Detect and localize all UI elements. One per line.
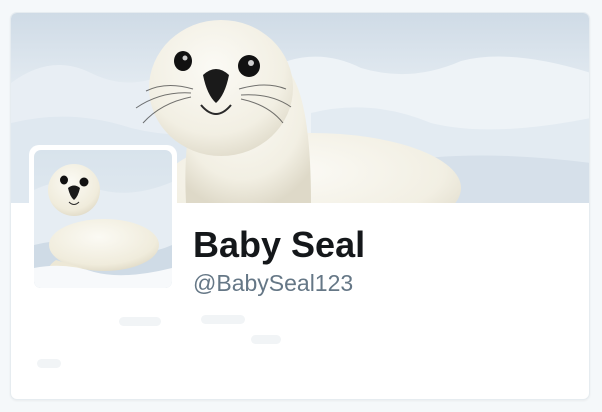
profile-display-name[interactable]: Baby Seal: [193, 223, 573, 267]
faint-placeholder-line: [201, 315, 245, 324]
profile-name-block: Baby Seal @BabySeal123: [193, 223, 573, 297]
profile-card: Baby Seal @BabySeal123: [10, 12, 590, 400]
profile-screen-name[interactable]: @BabySeal123: [193, 269, 573, 297]
faint-placeholder-line: [251, 335, 281, 344]
faint-placeholder-line: [119, 317, 161, 326]
faint-placeholder-line: [37, 359, 61, 368]
avatar-frame: [29, 145, 177, 293]
avatar[interactable]: [34, 150, 172, 288]
